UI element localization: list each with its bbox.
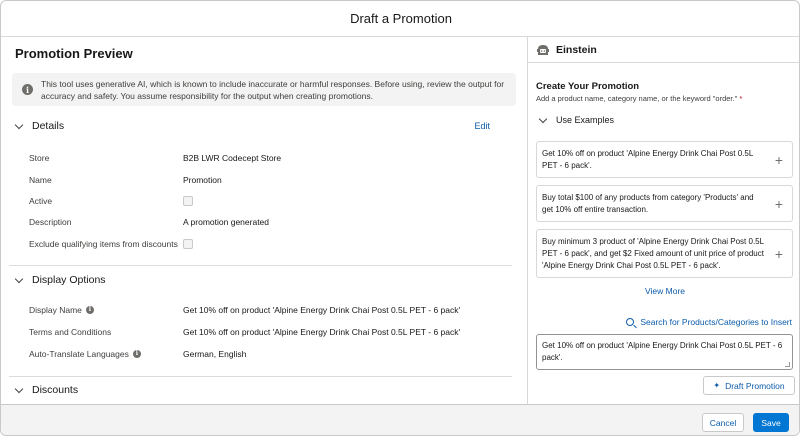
- details-heading: Details: [32, 120, 65, 132]
- store-label: Store: [29, 153, 50, 163]
- plus-icon[interactable]: +: [775, 197, 783, 211]
- info-icon: i: [22, 84, 33, 95]
- display-name-label-text: Display Name: [29, 305, 82, 315]
- example-card[interactable]: Get 10% off on product 'Alpine Energy Dr…: [536, 141, 793, 178]
- modal-header: Draft a Promotion: [1, 1, 799, 37]
- details-section-toggle[interactable]: Details: [12, 120, 64, 132]
- active-checkbox[interactable]: [183, 196, 193, 206]
- preview-title: Promotion Preview: [15, 46, 133, 61]
- chevron-down-icon: [538, 114, 548, 123]
- draft-promotion-button[interactable]: ✦ Draft Promotion: [703, 376, 795, 395]
- terms-value: Get 10% off on product 'Alpine Energy Dr…: [183, 327, 461, 337]
- draft-promotion-label: Draft Promotion: [725, 380, 785, 391]
- display-options-heading: Display Options: [32, 274, 106, 286]
- display-name-value: Get 10% off on product 'Alpine Energy Dr…: [183, 305, 461, 315]
- exclude-label: Exclude qualifying items from discounts: [29, 239, 178, 249]
- einstein-logo-icon: [537, 44, 549, 55]
- display-name-label: Display Name i: [29, 305, 94, 315]
- einstein-panel: Einstein Create Your Promotion Add a pro…: [527, 37, 799, 404]
- use-examples-toggle[interactable]: Use Examples: [536, 114, 615, 125]
- terms-label: Terms and Conditions: [29, 327, 112, 337]
- store-value: B2B LWR Codecept Store: [183, 153, 282, 163]
- search-icon: [626, 318, 635, 326]
- description-label: Description: [29, 217, 72, 227]
- discounts-heading: Discounts: [32, 384, 79, 396]
- plus-icon[interactable]: +: [775, 153, 783, 167]
- chevron-down-icon: [14, 274, 24, 283]
- promotion-preview-panel: Promotion Preview i This tool uses gener…: [1, 37, 527, 404]
- chevron-down-icon: [14, 384, 24, 393]
- create-promotion-title: Create Your Promotion: [536, 81, 640, 92]
- resize-handle-icon[interactable]: [785, 362, 790, 367]
- example-card[interactable]: Buy total $100 of any products from cate…: [536, 185, 793, 222]
- name-label: Name: [29, 175, 52, 185]
- promotion-prompt-textarea[interactable]: Get 10% off on product 'Alpine Energy Dr…: [536, 334, 793, 370]
- create-promotion-subtitle: Add a product name, category name, or th…: [536, 94, 742, 103]
- discounts-section-toggle[interactable]: Discounts: [12, 384, 78, 396]
- active-label: Active: [29, 196, 53, 206]
- modal-footer: Cancel Save: [1, 404, 799, 435]
- search-products-label: Search for Products/Categories to Insert: [640, 317, 792, 327]
- use-examples-label: Use Examples: [556, 115, 615, 125]
- required-marker: *: [739, 94, 743, 103]
- display-options-section-toggle[interactable]: Display Options: [12, 274, 106, 286]
- search-products-link[interactable]: Search for Products/Categories to Insert: [626, 317, 792, 327]
- help-icon[interactable]: i: [132, 350, 141, 358]
- languages-label: Auto-Translate Languages i: [29, 349, 141, 359]
- einstein-header: Einstein: [528, 37, 799, 63]
- modal-title: Draft a Promotion: [350, 11, 452, 26]
- ai-warning-banner: i This tool uses generative AI, which is…: [12, 73, 516, 106]
- ai-warning-text: This tool uses generative AI, which is k…: [41, 78, 505, 101]
- edit-link[interactable]: Edit: [474, 121, 490, 131]
- help-icon[interactable]: i: [85, 306, 94, 314]
- sparkle-icon: ✦: [713, 381, 721, 390]
- exclude-checkbox[interactable]: [183, 239, 193, 249]
- languages-label-text: Auto-Translate Languages: [29, 349, 129, 359]
- view-more-link[interactable]: View More: [528, 286, 799, 296]
- plus-icon[interactable]: +: [775, 247, 783, 261]
- prompt-text: Get 10% off on product 'Alpine Energy Dr…: [542, 341, 783, 362]
- name-value: Promotion: [183, 175, 222, 185]
- description-value: A promotion generated: [183, 217, 270, 227]
- save-button[interactable]: Save: [753, 413, 789, 432]
- create-promotion-hint: Add a product name, category name, or th…: [536, 94, 738, 103]
- section-divider: [9, 265, 512, 266]
- example-text: Buy total $100 of any products from cate…: [542, 193, 754, 214]
- draft-promotion-modal: Draft a Promotion Promotion Preview i Th…: [0, 0, 800, 436]
- example-card[interactable]: Buy minimum 3 product of 'Alpine Energy …: [536, 229, 793, 278]
- section-divider: [9, 376, 512, 377]
- example-text: Buy minimum 3 product of 'Alpine Energy …: [542, 237, 764, 270]
- cancel-button[interactable]: Cancel: [702, 413, 744, 432]
- languages-value: German, English: [183, 349, 247, 359]
- example-text: Get 10% off on product 'Alpine Energy Dr…: [542, 149, 753, 170]
- einstein-title: Einstein: [556, 43, 597, 56]
- chevron-down-icon: [14, 120, 24, 129]
